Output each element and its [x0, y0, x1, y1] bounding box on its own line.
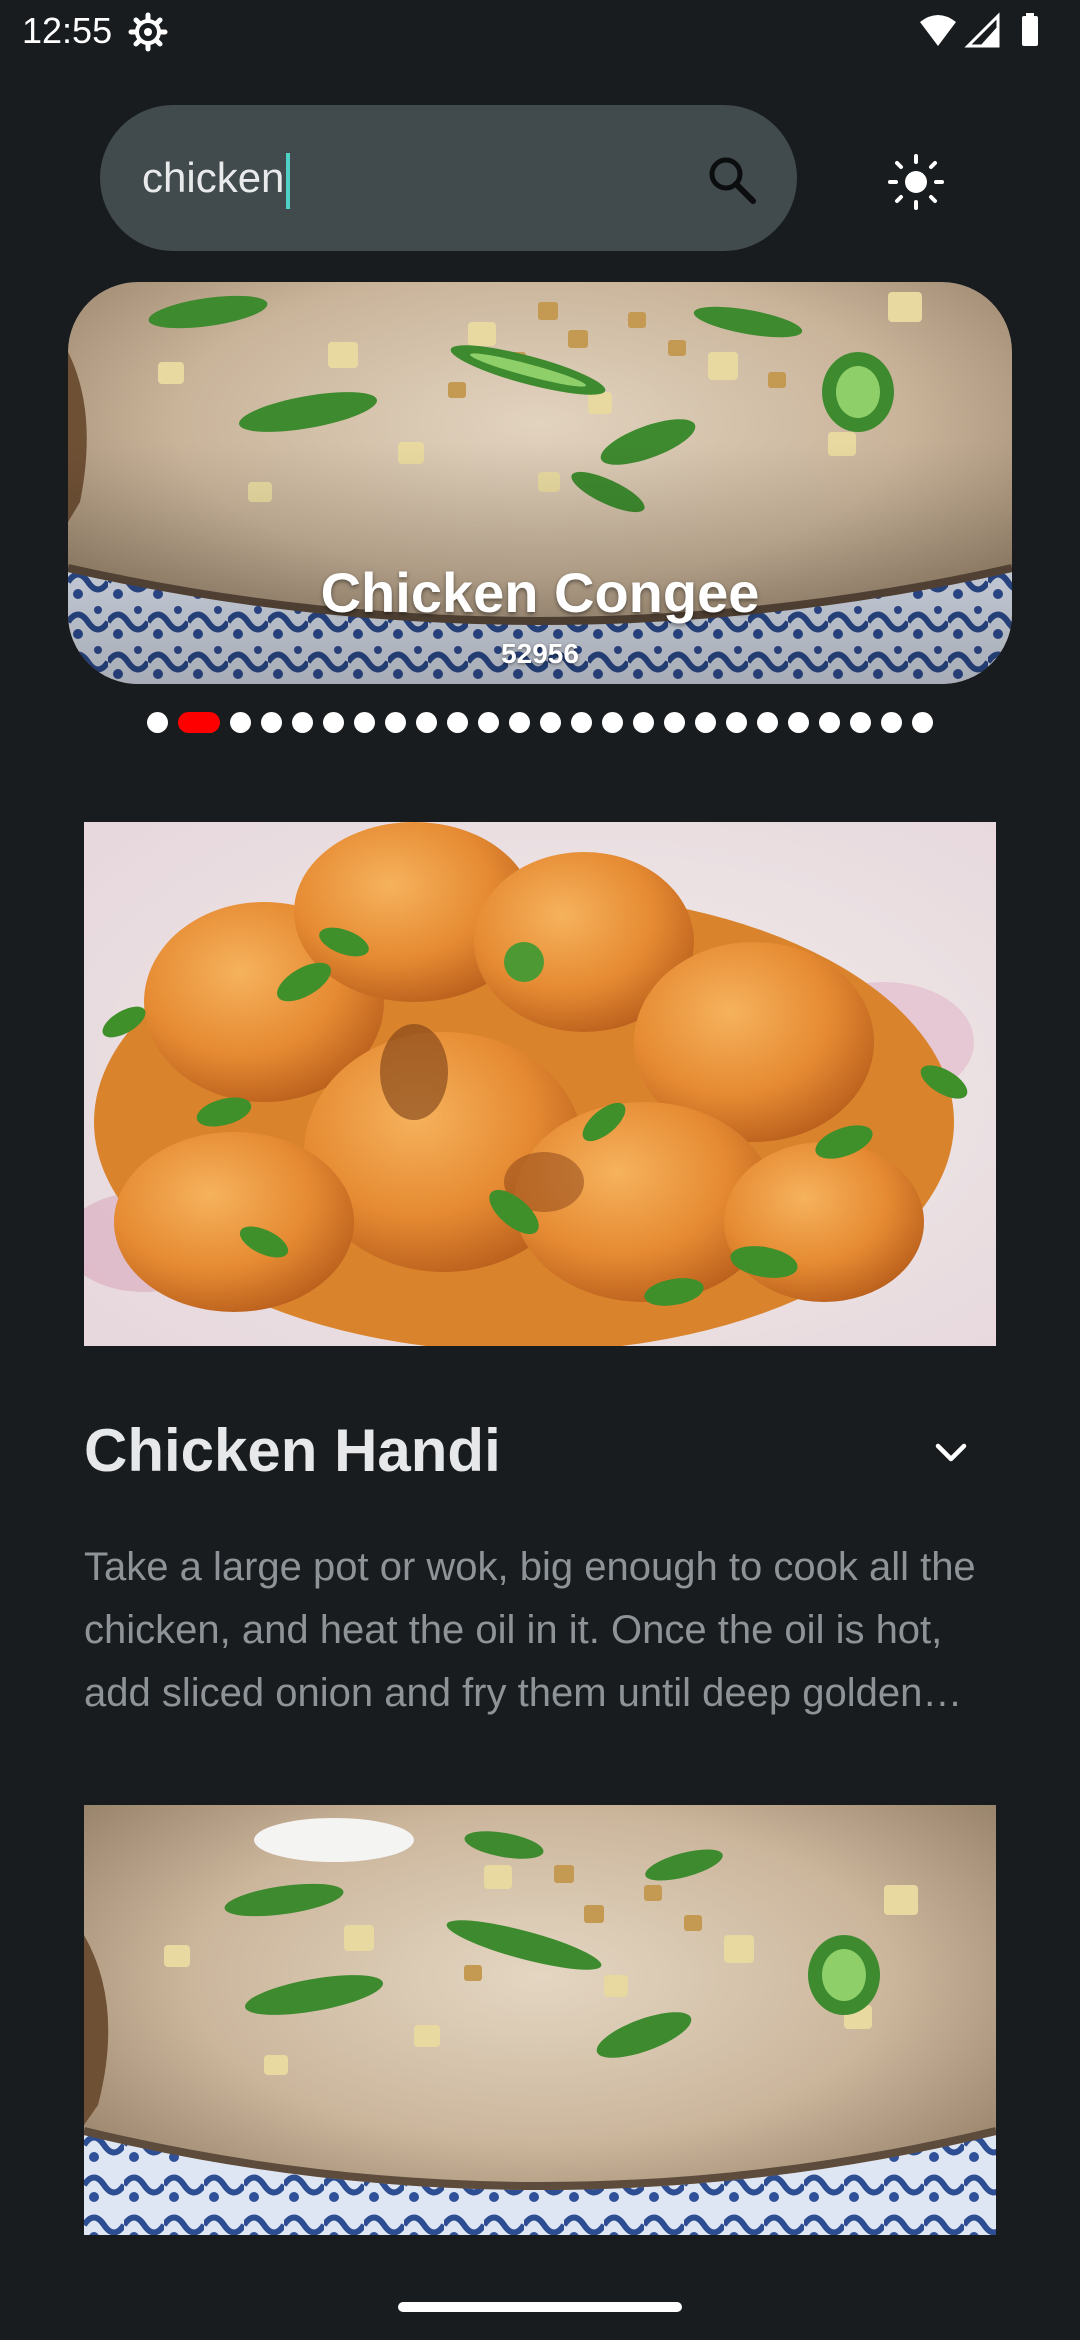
page-dot[interactable] [788, 711, 809, 733]
settings-gear-icon [128, 12, 168, 52]
page-dot[interactable] [447, 711, 468, 733]
search-input[interactable]: chicken [142, 105, 291, 251]
page-dot[interactable] [509, 711, 530, 733]
page-dot[interactable] [147, 711, 168, 733]
status-icons [920, 12, 1038, 48]
page-dot-active[interactable] [178, 711, 220, 733]
page-dot[interactable] [757, 711, 778, 733]
page-dot[interactable] [323, 711, 344, 733]
status-time: 12:55 [22, 10, 113, 51]
sun-icon[interactable] [886, 152, 946, 212]
status-bar: 12:55 [0, 0, 1080, 64]
page-dot[interactable] [819, 711, 840, 733]
carousel-recipe-id: 52956 [501, 638, 579, 669]
search-icon[interactable] [705, 153, 759, 207]
page-dot[interactable] [261, 711, 282, 733]
page-dot[interactable] [571, 711, 592, 733]
recipe-title: Chicken Handi [84, 1417, 501, 1484]
page-dot[interactable] [385, 711, 406, 733]
page-dot[interactable] [292, 711, 313, 733]
chevron-down-icon[interactable] [930, 1432, 972, 1474]
page-dot[interactable] [726, 711, 747, 733]
wifi-icon [920, 15, 956, 46]
recipe-food-image-2 [84, 1805, 996, 2235]
page-dot[interactable] [633, 711, 654, 733]
carousel-page-indicator[interactable] [147, 710, 943, 734]
text-cursor [286, 152, 291, 209]
page-dot[interactable] [230, 711, 251, 733]
search-input-value: chicken [142, 154, 285, 201]
page-dot[interactable] [881, 711, 902, 733]
recipe-food-image [84, 822, 996, 1346]
carousel-recipe-title: Chicken Congee [320, 561, 760, 624]
recipe-description: Take a large pot or wok, big enough to c… [84, 1545, 976, 1715]
page-dot[interactable] [540, 711, 561, 733]
page-dot[interactable] [912, 711, 933, 733]
search-bar[interactable]: chicken [100, 105, 797, 251]
battery-icon [1022, 16, 1038, 46]
page-dot[interactable] [354, 711, 375, 733]
featured-recipe-carousel[interactable]: Chicken Congee 52956 [68, 282, 1012, 684]
page-dot[interactable] [478, 711, 499, 733]
page-dot[interactable] [416, 711, 437, 733]
page-dot[interactable] [695, 711, 716, 733]
page-dot[interactable] [664, 711, 685, 733]
recipe-image[interactable] [84, 822, 996, 1346]
page-dot[interactable] [602, 711, 623, 733]
page-dot[interactable] [850, 711, 871, 733]
gesture-navigation-handle[interactable] [398, 2302, 682, 2312]
app-screen: 12:55 chicken Chicken Congee 52956 Chick… [0, 0, 1080, 2340]
recipe-image-2[interactable] [84, 1805, 996, 2235]
